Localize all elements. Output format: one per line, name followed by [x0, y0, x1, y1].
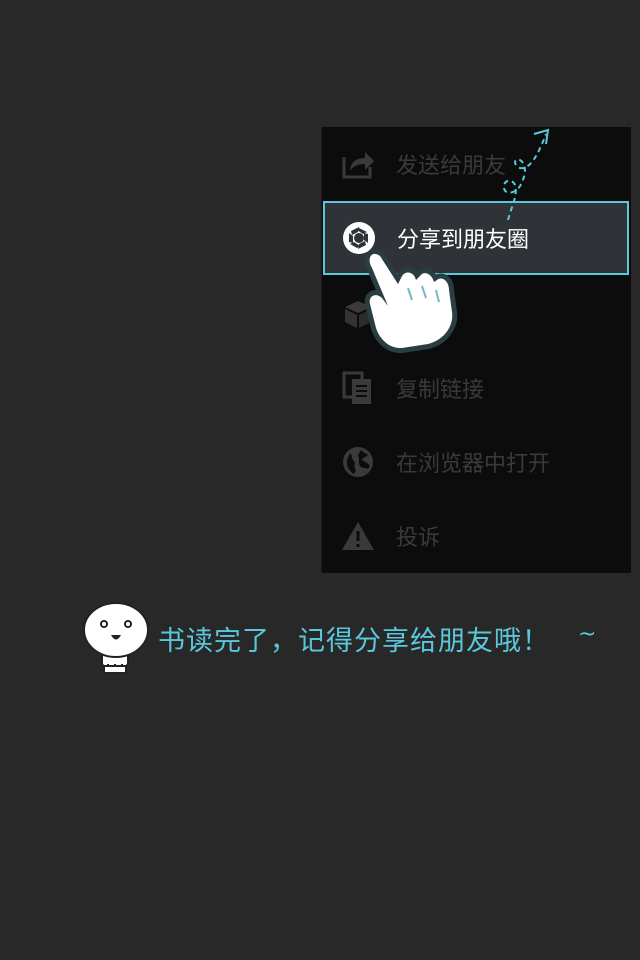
menu-item-label: 分享到朋友圈 [397, 228, 530, 253]
menu-item-label: 复制链接 [396, 378, 485, 403]
menu-item-box[interactable] [322, 277, 631, 351]
globe-icon [340, 444, 376, 480]
menu-item-share-moments[interactable]: 分享到朋友圈 [323, 201, 629, 275]
aperture-icon [341, 220, 377, 256]
menu-item-open-in-browser[interactable]: 在浏览器中打开 [322, 425, 631, 499]
copy-icon [340, 370, 376, 406]
box-icon [340, 296, 376, 332]
menu-item-send-to-friend[interactable]: 发送给朋友 [322, 127, 631, 201]
warning-icon [340, 518, 376, 554]
menu-item-report[interactable]: 投诉 [322, 499, 631, 573]
menu-item-label: 发送给朋友 [396, 154, 507, 179]
share-menu: 发送给朋友 分享到朋友圈 复制链接 在浏览器中打开 投诉 [321, 127, 631, 573]
mascot-icon [83, 602, 149, 674]
share-reminder: 书读完了，记得分享给朋友哦！ [82, 600, 550, 676]
tilde-mark: ~ [578, 622, 597, 647]
menu-item-label: 在浏览器中打开 [396, 452, 551, 477]
menu-item-copy-link[interactable]: 复制链接 [322, 351, 631, 425]
share-arrow-icon [340, 146, 376, 182]
menu-item-label: 投诉 [396, 526, 441, 551]
reminder-text: 书读完了，记得分享给朋友哦！ [158, 625, 550, 657]
